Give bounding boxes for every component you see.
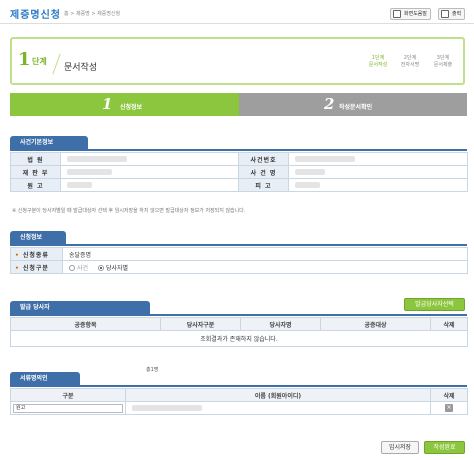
temp-save-button[interactable]: 임시저장 [381,441,419,454]
screen-help-button[interactable]: 화면도움말 [390,8,432,20]
table-row: • 신청구분 사건 당사자별 [10,260,468,274]
doc-owner-section-title: 서류명의인 [10,372,80,385]
radio-icon [69,265,75,271]
apply-info-table: • 신청종류 송달증명 • 신청구분 사건 당사자별 [10,247,468,274]
redacted-value [67,169,112,175]
col-delete: 삭제 [430,388,468,402]
apply-type-value: 송달증명 [62,247,468,261]
issue-party-table: 공증항목 당사자구분 당사자명 공증대상 삭제 조회결과가 존재하지 않습니다. [10,317,468,347]
col-target: 공증대상 [320,317,431,331]
col-name-id: 이름 (회원아이디) [125,388,431,402]
col-item: 공증항목 [10,317,161,331]
mini-step-1-line1: 1단계 [371,55,385,61]
redacted-value [295,182,320,188]
apply-type-label-cell: • 신청종류 [10,247,63,261]
empty-message: 조회결과가 존재하지 않습니다. [10,330,468,347]
table-row: 원 고 피 고 [10,178,468,192]
progress-step-2: 2 작성문서확인 [239,93,467,116]
col-delete: 삭제 [430,317,468,331]
plaintiff-label: 원 고 [10,178,61,192]
defendant-value [288,178,468,192]
table-header-row: 구분 이름 (회원아이디) 삭제 [10,388,468,402]
progress-step-1: 1 신청정보 [10,93,239,116]
progress-step-1-number: 1 [102,95,113,113]
mini-step-3: 3단계 문서제출 [428,55,458,69]
notice-text: ※ 신청구분이 당사자별일 때 발급대상자 선택 후 임시저장을 하지 않으면 … [12,208,246,214]
screen-help-label: 화면도움말 [404,11,428,17]
col-party-name: 당사자명 [240,317,321,331]
table-row: 조회결과가 존재하지 않습니다. [10,330,468,347]
page-title: 제증명신청 [10,10,61,21]
radio-case[interactable]: 사건 [69,265,88,272]
radio-case-label: 사건 [77,264,89,272]
col-category: 구분 [10,388,126,402]
progress-step-1-label: 신청정보 [120,104,143,111]
apply-kind-label: 신청구분 [22,264,49,272]
col-party-type: 당사자구분 [160,317,241,331]
table-row: 재 판 부 사 건 명 [10,165,468,179]
print-label: 출력 [452,11,462,17]
radio-party[interactable]: 당사자별 [97,264,129,272]
select-issue-party-button[interactable]: 발급당사자선택 [404,298,465,311]
category-input[interactable]: 원고 [13,403,123,413]
defendant-label: 피 고 [238,178,289,192]
redacted-value [295,156,355,162]
table-header-row: 공증항목 당사자구분 당사자명 공증대상 삭제 [10,317,468,331]
case-number-value [288,152,468,166]
complete-button[interactable]: 작성완료 [424,441,465,454]
mini-step-2-line2: 전자서명 [400,62,420,68]
mini-step-2-line1: 2단계 [403,55,417,61]
radio-party-label: 당사자별 [105,264,129,272]
doc-owner-divider [10,385,467,387]
case-info-divider [10,149,467,151]
apply-info-divider [10,244,467,246]
progress-step-2-label: 작성문서확인 [339,104,373,111]
table-row: 법 원 사건번호 [10,152,468,166]
table-row: • 신청종류 송달증명 [10,247,468,261]
case-name-value [288,165,468,179]
step-number: 1 [18,49,31,70]
court-label: 법 원 [10,152,61,166]
apply-info-section-title: 신청정보 [10,231,66,244]
mini-step-3-line1: 3단계 [436,55,450,61]
case-info-section-title: 사건기본정보 [10,136,88,149]
printer-icon [441,10,449,18]
step-label: 단계 [32,57,47,66]
progress-step-2-number: 2 [324,95,335,113]
plaintiff-value [60,178,239,192]
court-value [60,152,239,166]
apply-type-label: 신청종류 [22,251,49,259]
division-value [60,165,239,179]
print-button[interactable]: 출력 [438,8,466,20]
redacted-value [67,156,127,162]
redacted-value [132,405,202,411]
mini-step-1-line2: 문서작성 [368,62,388,68]
redacted-value [67,182,92,188]
mini-step-2: 2단계 전자서명 [395,55,425,69]
doc-owner-count: 총1명 [146,367,159,373]
table-row: 원고 × [10,401,468,415]
issue-party-section-title: 발급 당사자 [10,301,150,314]
apply-kind-options: 사건 당사자별 [62,260,468,274]
mini-step-3-line2: 문서제출 [433,62,453,68]
step-title: 문서작성 [64,63,98,73]
help-icon [393,10,401,18]
category-cell: 원고 [10,401,126,415]
division-label: 재 판 부 [10,165,61,179]
redacted-value [295,169,325,175]
delete-cell: × [430,401,468,415]
delete-icon[interactable]: × [445,404,453,412]
name-cell [125,401,431,415]
issue-party-divider [10,314,467,316]
bullet-icon: • [15,251,20,259]
case-name-label: 사 건 명 [238,165,289,179]
breadcrumb: 홈 > 제증명 > 제증명신청 [64,11,121,17]
doc-owner-table: 구분 이름 (회원아이디) 삭제 원고 × [10,388,468,415]
mini-step-1: 1단계 문서작성 [363,55,393,69]
case-info-table: 법 원 사건번호 재 판 부 사 건 명 원 고 피 고 [10,152,468,192]
bullet-icon: • [15,264,20,272]
radio-selected-icon [97,265,104,271]
case-number-label: 사건번호 [238,152,289,166]
apply-kind-label-cell: • 신청구분 [10,260,63,274]
